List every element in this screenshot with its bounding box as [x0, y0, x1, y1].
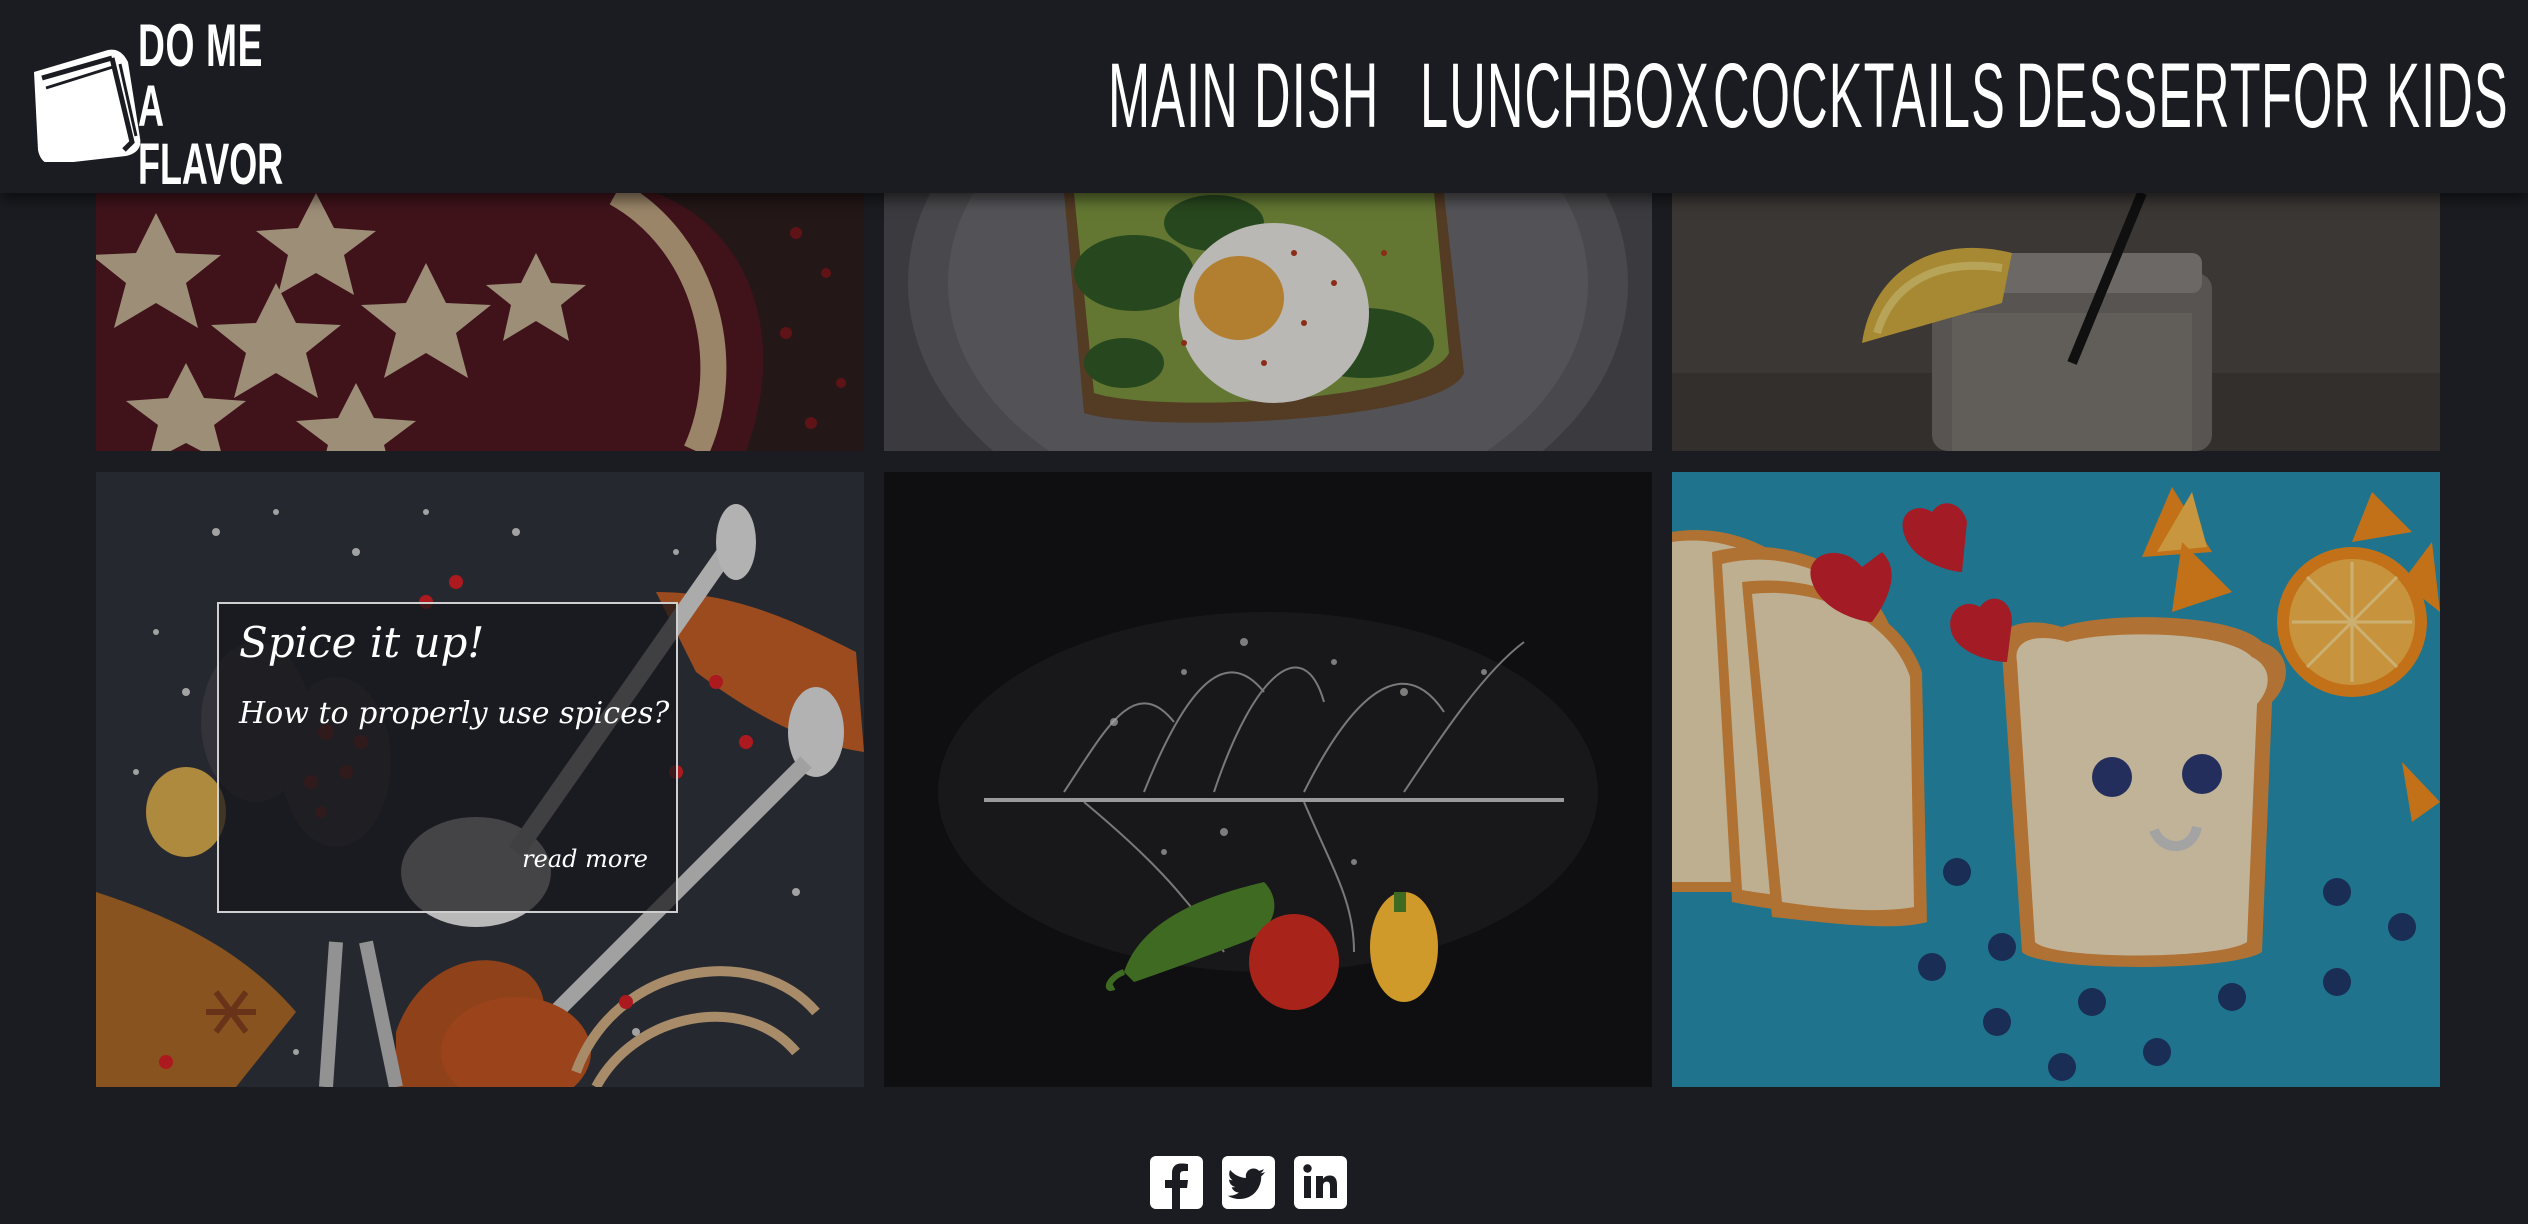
twitter-icon[interactable] [1222, 1156, 1275, 1209]
gallery-tile-for-kids[interactable] [1672, 472, 2440, 1087]
nav-item-main-dish[interactable]: MAIN DISH [1108, 46, 1379, 146]
nav-item-dessert[interactable]: DESSERT [2016, 46, 2262, 146]
facebook-icon[interactable] [1150, 1156, 1203, 1209]
gallery-tile-dessert[interactable] [96, 193, 864, 451]
peppers-photo [884, 472, 1652, 1087]
book-icon [34, 49, 141, 162]
linkedin-icon[interactable] [1294, 1156, 1347, 1209]
card-subtitle: How to properly use spices? [239, 696, 670, 731]
card-title: Spice it up! [239, 618, 485, 667]
site-logo[interactable]: DO ME A FLAVOR [28, 14, 283, 194]
featured-article-card[interactable]: Spice it up! How to properly use spices?… [217, 602, 678, 913]
brand-wordmark: DO ME A FLAVOR [138, 16, 283, 194]
nav-item-for-kids[interactable]: FOR KIDS [2261, 46, 2509, 146]
gallery-tile-cocktails[interactable] [1672, 193, 2440, 451]
read-more-link[interactable]: read more [522, 845, 648, 873]
nav-item-lunchbox[interactable]: LUNCHBOX [1420, 46, 1710, 146]
gallery-tile-lunchbox[interactable] [884, 193, 1652, 451]
brand-line-1: DO ME [138, 12, 264, 79]
nav-item-cocktails[interactable]: COCKTAILS [1713, 46, 2006, 146]
gallery-tile-vegetables[interactable] [884, 472, 1652, 1087]
brand-line-2: A FLAVOR [138, 74, 284, 197]
site-header: DO ME A FLAVOR MAIN DISH LUNCHBOX COCKTA… [0, 0, 2528, 194]
